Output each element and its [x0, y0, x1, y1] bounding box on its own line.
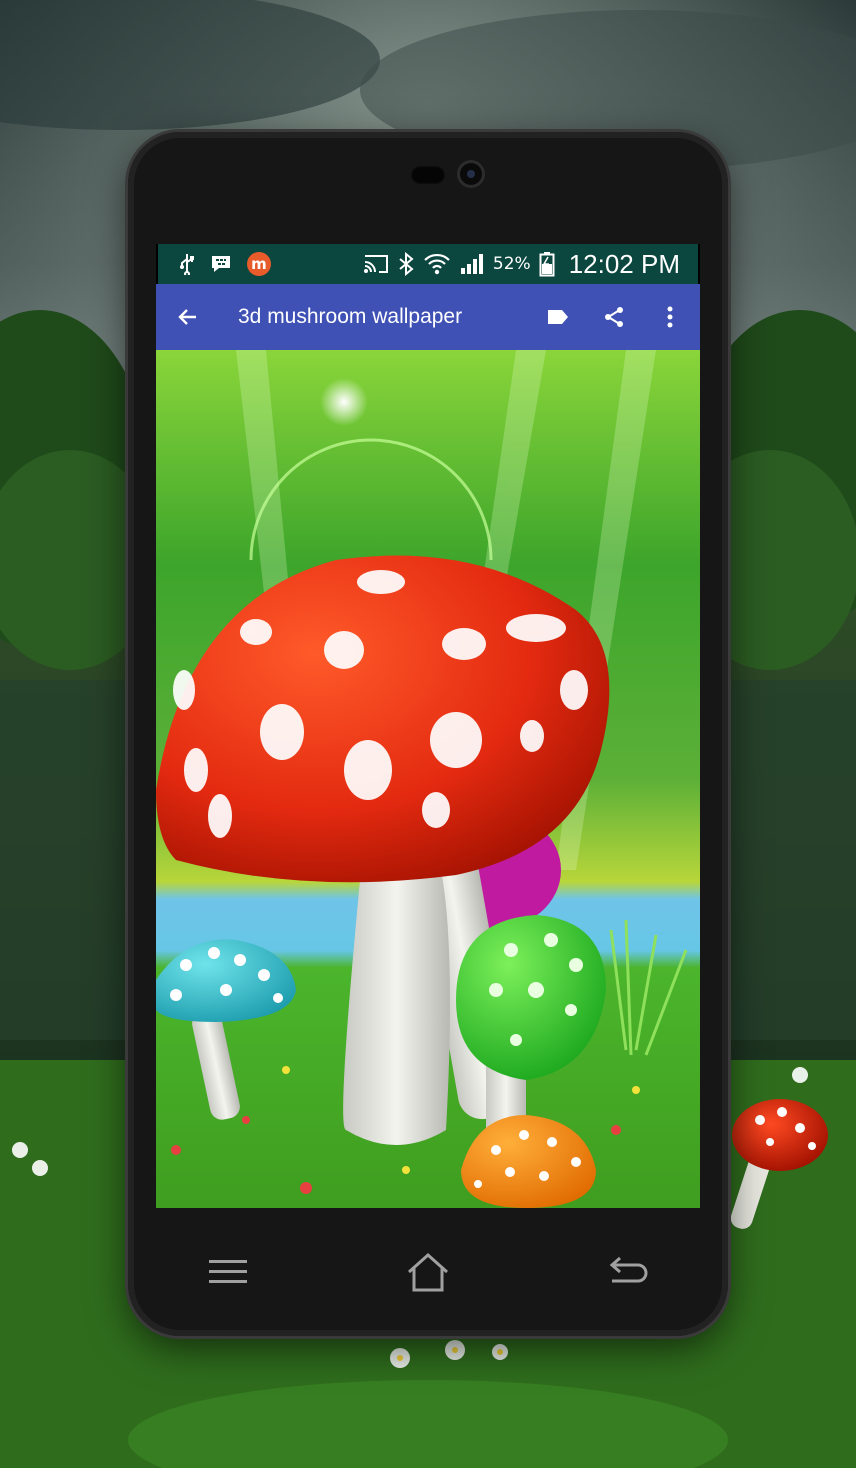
back-button[interactable]: [598, 1242, 658, 1302]
battery-percentage: 52%: [492, 254, 531, 274]
back-arrow-button[interactable]: [168, 297, 208, 337]
share-button[interactable]: [596, 297, 632, 337]
cast-icon: [363, 252, 389, 276]
wifi-icon: [423, 252, 451, 276]
battery-icon: [539, 252, 555, 277]
bbm-icon: [210, 252, 232, 276]
bluetooth-icon: [397, 252, 415, 276]
svg-text:m: m: [251, 255, 267, 273]
arrow-left-icon: [178, 309, 196, 325]
page-title: 3d mushroom wallpaper: [238, 305, 463, 328]
recent-apps-button[interactable]: [198, 1242, 258, 1302]
more-vert-icon: [667, 306, 673, 328]
signal-icon: [459, 252, 485, 276]
label-icon: [548, 310, 568, 324]
front-camera: [460, 163, 482, 185]
more-options-button[interactable]: [652, 297, 688, 337]
label-button[interactable]: [540, 297, 576, 337]
usb-icon: [178, 252, 196, 276]
share-icon: [605, 307, 623, 327]
status-bar: m 52% 12:02 PM: [158, 244, 698, 284]
phone-screen: m 52% 12:02 PM 3d mushroom wallpaper: [156, 244, 700, 1208]
earpiece-speaker: [410, 165, 446, 185]
phone-frame: m 52% 12:02 PM 3d mushroom wallpaper: [128, 132, 728, 1336]
navigation-bar: [128, 1232, 728, 1312]
wallpaper-preview-image[interactable]: [156, 350, 700, 1208]
mobizen-icon: m: [246, 252, 272, 276]
menu-icon: [209, 1260, 247, 1283]
home-icon: [407, 1252, 449, 1292]
clock: 12:02 PM: [568, 248, 680, 279]
app-bar: 3d mushroom wallpaper: [156, 284, 700, 350]
back-icon: [609, 1256, 648, 1283]
home-button[interactable]: [398, 1242, 458, 1302]
